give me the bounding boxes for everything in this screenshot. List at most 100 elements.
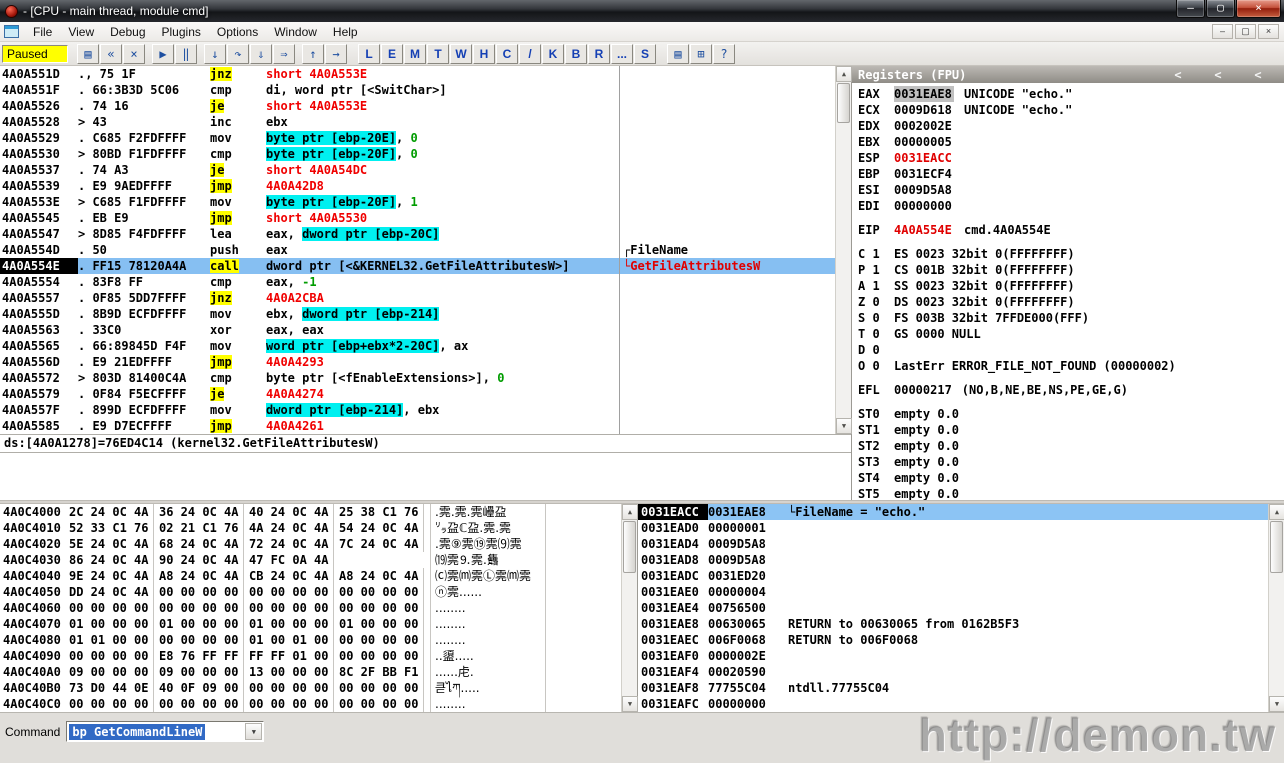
view-letter-button-12[interactable]: S — [634, 44, 656, 64]
view-letter-button-1[interactable]: E — [381, 44, 403, 64]
disasm-row[interactable]: 4A0A5529. C685 F2FDFFFFmovbyte ptr [ebp-… — [0, 130, 835, 146]
flag-line[interactable]: S 0FS 003B 32bit 7FFDE000(FFF) — [858, 310, 1284, 326]
fpu-line[interactable]: ST4empty 0.0 — [858, 470, 1284, 486]
disasm-row[interactable]: 4A0A5572> 803D 81400C4Acmpbyte ptr [<fEn… — [0, 370, 835, 386]
dropdown-arrow-icon[interactable]: ▼ — [245, 723, 262, 740]
dump-row[interactable]: 4A0C403086 24 0C 4A90 24 0C 4A47 FC 0A 4… — [0, 552, 621, 568]
scrollbar-thumb[interactable] — [1270, 521, 1283, 573]
help-button[interactable]: ? — [713, 44, 735, 64]
stack-row[interactable]: 0031EAF400020590 — [638, 664, 1268, 680]
disasm-row[interactable]: 4A0A5585. E9 D7ECFFFFjmp4A0A4261 — [0, 418, 835, 434]
fpu-line[interactable]: ST5empty 0.0 — [858, 486, 1284, 500]
dump-scrollbar[interactable]: ▲ ▼ — [621, 504, 637, 712]
disasm-row[interactable]: 4A0A5579. 0F84 F5ECFFFFje4A0A4274 — [0, 386, 835, 402]
view-letter-button-10[interactable]: R — [588, 44, 610, 64]
stack-row[interactable]: 0031EAD000000001 — [638, 520, 1268, 536]
register-line[interactable]: EDX0002002E — [858, 118, 1284, 134]
menu-view[interactable]: View — [60, 23, 102, 41]
register-line[interactable]: ECX0009D618UNICODE "echo." — [858, 102, 1284, 118]
disasm-row[interactable]: 4A0A5547> 8D85 F4FDFFFFleaeax, dword ptr… — [0, 226, 835, 242]
dump-row[interactable]: 4A0C401052 33 C1 7602 21 C1 764A 24 0C 4… — [0, 520, 621, 536]
step-over-button[interactable]: ↷ — [227, 44, 249, 64]
dump-row[interactable]: 4A0C408001 01 00 0000 00 00 0001 00 01 0… — [0, 632, 621, 648]
dump-row[interactable]: 4A0C40205E 24 0C 4A68 24 0C 4A72 24 0C 4… — [0, 536, 621, 552]
disasm-row[interactable]: 4A0A5554. 83F8 FFcmpeax, -1 — [0, 274, 835, 290]
run-button[interactable]: ▶ — [152, 44, 174, 64]
view-letter-button-9[interactable]: B — [565, 44, 587, 64]
go-to-address-button[interactable]: → — [325, 44, 347, 64]
flag-line[interactable]: Z 0DS 0023 32bit 0(FFFFFFFF) — [858, 294, 1284, 310]
command-input[interactable]: bp GetCommandLineW ▼ — [66, 721, 264, 742]
register-line-eip[interactable]: EIP4A0A554Ecmd.4A0A554E — [858, 222, 1284, 238]
disasm-row[interactable]: 4A0A555D. 8B9D ECFDFFFFmovebx, dword ptr… — [0, 306, 835, 322]
disasm-row[interactable]: 4A0A557F. 899D ECFDFFFFmovdword ptr [ebp… — [0, 402, 835, 418]
disasm-row[interactable]: 4A0A554E. FF15 78120A4Acalldword ptr [<&… — [0, 258, 835, 274]
fpu-line[interactable]: ST0empty 0.0 — [858, 406, 1284, 422]
scrollbar-thumb[interactable] — [623, 521, 636, 573]
open-file-button[interactable]: ▤ — [77, 44, 99, 64]
stack-row[interactable]: 0031EACC0031EAE8└FileName = "echo." — [638, 504, 1268, 520]
flag-line[interactable]: A 1SS 0023 32bit 0(FFFFFFFF) — [858, 278, 1284, 294]
disasm-row[interactable]: 4A0A551F. 66:3B3D 5C06cmpdi, word ptr [<… — [0, 82, 835, 98]
register-line[interactable]: ESI0009D5A8 — [858, 182, 1284, 198]
scroll-up-icon[interactable]: ▲ — [836, 66, 852, 82]
restart-button[interactable]: « — [100, 44, 122, 64]
dump-row[interactable]: 4A0C40409E 24 0C 4AA8 24 0C 4ACB 24 0C 4… — [0, 568, 621, 584]
menu-plugins[interactable]: Plugins — [154, 23, 209, 41]
dump-row[interactable]: 4A0C4050DD 24 0C 4A00 00 00 0000 00 00 0… — [0, 584, 621, 600]
dump-row[interactable]: 4A0C40B073 D0 44 0E40 0F 09 0000 00 00 0… — [0, 680, 621, 696]
menu-debug[interactable]: Debug — [102, 23, 153, 41]
view-letter-button-2[interactable]: M — [404, 44, 426, 64]
disasm-row[interactable]: 4A0A5545. EB E9jmpshort 4A0A5530 — [0, 210, 835, 226]
view-letter-button-0[interactable]: L — [358, 44, 380, 64]
stack-row[interactable]: 0031EAF00000002E — [638, 648, 1268, 664]
disasm-row[interactable]: 4A0A5557. 0F85 5DD7FFFFjnz4A0A2CBA — [0, 290, 835, 306]
stack-row[interactable]: 0031EAE400756500 — [638, 600, 1268, 616]
register-line[interactable]: ESP0031EACC — [858, 150, 1284, 166]
disasm-row[interactable]: 4A0A5537. 74 A3jeshort 4A0A54DC — [0, 162, 835, 178]
view-letter-button-5[interactable]: H — [473, 44, 495, 64]
scroll-up-icon[interactable]: ▲ — [622, 504, 638, 520]
animate-into-button[interactable]: ⇓ — [250, 44, 272, 64]
mdi-restore-button[interactable]: ▢ — [1235, 24, 1256, 39]
stack-row[interactable]: 0031EADC0031ED20 — [638, 568, 1268, 584]
disasm-row[interactable]: 4A0A556D. E9 21EDFFFFjmp4A0A4293 — [0, 354, 835, 370]
flag-line[interactable]: P 1CS 001B 32bit 0(FFFFFFFF) — [858, 262, 1284, 278]
view-letter-button-8[interactable]: K — [542, 44, 564, 64]
stack-row[interactable]: 0031EAF877755C04ntdll.77755C04 — [638, 680, 1268, 696]
register-line[interactable]: EDI00000000 — [858, 198, 1284, 214]
stack-row[interactable]: 0031EAEC006F0068RETURN to 006F0068 — [638, 632, 1268, 648]
disasm-row[interactable]: 4A0A5528> 43incebx — [0, 114, 835, 130]
tile-windows-button[interactable]: ⊞ — [690, 44, 712, 64]
restore-button[interactable]: ▢ — [1206, 0, 1235, 18]
view-letter-button-3[interactable]: T — [427, 44, 449, 64]
mdi-minimize-button[interactable]: – — [1212, 24, 1233, 39]
close-button[interactable]: × — [1236, 0, 1281, 18]
view-letter-button-6[interactable]: C — [496, 44, 518, 64]
view-letter-button-11[interactable]: ... — [611, 44, 633, 64]
disasm-row[interactable]: 4A0A5539. E9 9AEDFFFFjmp4A0A42D8 — [0, 178, 835, 194]
menu-help[interactable]: Help — [325, 23, 366, 41]
execute-till-return-button[interactable]: ↑ — [302, 44, 324, 64]
fpu-line[interactable]: ST3empty 0.0 — [858, 454, 1284, 470]
flag-line[interactable]: T 0GS 0000 NULL — [858, 326, 1284, 342]
disasm-row[interactable]: 4A0A554D. 50pusheax┌FileName — [0, 242, 835, 258]
disassembly-scrollbar[interactable]: ▲ ▼ — [835, 66, 851, 434]
pause-button[interactable]: ‖ — [175, 44, 197, 64]
view-letter-button-4[interactable]: W — [450, 44, 472, 64]
disasm-row[interactable]: 4A0A5530> 80BD F1FDFFFFcmpbyte ptr [ebp-… — [0, 146, 835, 162]
dump-row[interactable]: 4A0C40A009 00 00 0009 00 00 0013 00 00 0… — [0, 664, 621, 680]
flag-line[interactable]: O 0LastErr ERROR_FILE_NOT_FOUND (0000000… — [858, 358, 1284, 374]
dump-row[interactable]: 4A0C40002C 24 0C 4A36 24 0C 4A40 24 0C 4… — [0, 504, 621, 520]
fpu-line[interactable]: ST1empty 0.0 — [858, 422, 1284, 438]
dump-row[interactable]: 4A0C406000 00 00 0000 00 00 0000 00 00 0… — [0, 600, 621, 616]
menu-window[interactable]: Window — [266, 23, 325, 41]
disasm-row[interactable]: 4A0A551D., 75 1Fjnzshort 4A0A553E — [0, 66, 835, 82]
stack-row[interactable]: 0031EAD80009D5A8 — [638, 552, 1268, 568]
stack-row[interactable]: 0031EAE000000004 — [638, 584, 1268, 600]
dump-row[interactable]: 4A0C40C000 00 00 0000 00 00 0000 00 00 0… — [0, 696, 621, 712]
cpu-window-icon[interactable] — [4, 25, 19, 38]
stack-scrollbar[interactable]: ▲ ▼ — [1268, 504, 1284, 712]
scroll-down-icon[interactable]: ▼ — [622, 696, 638, 712]
dump-row[interactable]: 4A0C409000 00 00 00E8 76 FF FFFF FF 01 0… — [0, 648, 621, 664]
